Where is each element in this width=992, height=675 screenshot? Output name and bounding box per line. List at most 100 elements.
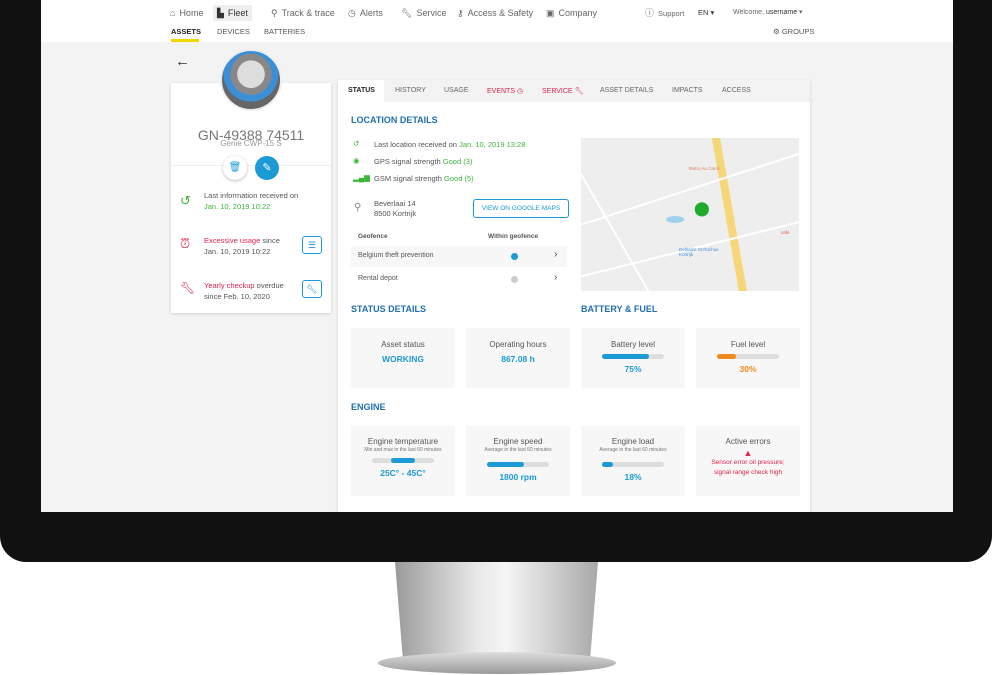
check-icon — [511, 253, 518, 260]
status-details-heading: STATUS DETAILS — [351, 304, 426, 314]
operating-hours-tile: Operating hours 867.08 h — [466, 328, 570, 388]
tab-impacts[interactable]: IMPACTS — [672, 87, 703, 94]
address: Beverlaai 14 8500 Kortrijk — [374, 199, 417, 218]
tab-status[interactable]: STATUS — [348, 87, 375, 94]
wrench-icon: 🔧︎ — [574, 88, 584, 95]
subnav-devices[interactable]: DEVICES — [217, 27, 250, 36]
nav-service[interactable]: 🔧︎ Service — [397, 5, 450, 21]
alarm-clock-icon: ⏰︎ — [180, 236, 191, 251]
fuel-bar — [717, 354, 779, 359]
help-icon: ⓘ — [645, 8, 655, 18]
bar-fill — [487, 462, 525, 467]
last-info: Last information received on Jan. 10, 201… — [204, 191, 299, 211]
top-navigation: ⌂ Home ▙ Fleet ⚲ Track & trace ◷ Alerts 🔧︎ Se… — [41, 0, 953, 42]
engine-heading: ENGINE — [351, 402, 386, 412]
screen: ⌂ Home ▙ Fleet ⚲ Track & trace ◷ Alerts 🔧︎ Se… — [41, 0, 953, 512]
badge-icon: ▣ — [546, 8, 555, 18]
alarm-icon: ◷ — [348, 8, 356, 18]
edit-button[interactable]: ✎ — [255, 156, 279, 180]
bar-fill — [602, 354, 649, 359]
list-icon: ☰ — [307, 240, 317, 250]
subnav-assets[interactable]: ASSETS — [171, 27, 201, 36]
chevron-right-icon: › — [554, 249, 558, 260]
tab-usage[interactable]: USAGE — [444, 87, 469, 94]
chevron-down-icon: ▾ — [799, 9, 803, 16]
nav-home[interactable]: ⌂ Home — [166, 5, 207, 21]
groups-button[interactable]: ⚙ GROUPS — [773, 27, 814, 36]
pencil-icon: ✎ — [262, 162, 272, 174]
forklift-icon: ▙ — [217, 8, 224, 18]
geofence-header: Geofence — [358, 233, 388, 240]
delete-button[interactable]: 🗑︎ — [223, 156, 247, 180]
service-button[interactable]: 🔧︎ — [302, 280, 322, 298]
gps-icon: ◉ — [353, 156, 360, 165]
signal-icon: ▂▄▆ — [353, 173, 370, 182]
warning-icon: ▲ — [743, 448, 753, 458]
tab-history[interactable]: HISTORY — [395, 87, 426, 94]
excessive-usage: Excessive usage since Jan. 10, 2019 10:22 — [204, 236, 280, 256]
history-icon: ↺ — [353, 139, 360, 148]
asset-summary-card: GN-49388 74511 Genie CWP-15 S 🗑︎ ✎ ↺ Las… — [171, 83, 331, 313]
bar-fill — [717, 354, 736, 359]
user-menu[interactable]: Welcome, username ▾ — [729, 5, 807, 21]
map-road — [710, 138, 750, 291]
chevron-down-icon: ▾ — [710, 8, 715, 17]
battery-bar — [602, 354, 664, 359]
active-errors-tile: Active errors ▲ Sensor error oil pressure;… — [696, 426, 800, 496]
home-icon: ⌂ — [170, 8, 176, 18]
map[interactable]: ⬤ Bistro Au Carré Delhaize St Rochus Kor… — [581, 138, 799, 291]
nav-alerts[interactable]: ◷ Alerts — [344, 5, 387, 21]
battery-fuel-heading: BATTERY & FUEL — [581, 304, 658, 314]
bar-fill — [390, 458, 416, 463]
monitor-stand — [395, 562, 598, 662]
divider — [171, 165, 331, 166]
fuel-level-tile: Fuel level 30% — [696, 328, 800, 388]
tab-asset-details[interactable]: ASSET DETAILS — [600, 87, 653, 94]
engine-temperature-tile: Engine temperature Min and max in the las… — [351, 426, 455, 496]
support-link[interactable]: ⓘ Support — [641, 5, 688, 21]
wrench-icon: 🔧︎ — [180, 281, 196, 295]
key-icon: ⚷ — [457, 8, 464, 18]
subnav-batteries[interactable]: BATTERIES — [264, 27, 305, 36]
location-pin-icon: ⚲ — [354, 202, 362, 213]
tab-events[interactable]: EVENTS ◷ — [487, 87, 523, 95]
asset-photo — [220, 49, 282, 111]
pin-icon: ⚲ — [271, 8, 278, 18]
last-location: Last location received on Jan. 10, 2019 … — [374, 140, 526, 149]
main-panel: STATUS HISTORY USAGE EVENTS ◷ SERVICE 🔧︎… — [338, 80, 810, 512]
wrench-icon: 🔧︎ — [401, 8, 413, 18]
within-geofence-header: Within geofence — [488, 233, 539, 240]
usage-list-button[interactable]: ☰ — [302, 236, 322, 254]
tab-service[interactable]: SERVICE 🔧︎ — [542, 87, 583, 95]
yearly-checkup: Yearly checkup overdue since Feb. 10, 202… — [204, 281, 284, 301]
speed-bar — [487, 462, 549, 467]
bar-fill — [602, 462, 614, 467]
temperature-bar — [372, 458, 434, 463]
nav-access-safety[interactable]: ⚷ Access & Safety — [453, 5, 537, 21]
nav-company[interactable]: ▣ Company — [542, 5, 601, 21]
gsm-strength: GSM signal strength Good (5) — [374, 174, 474, 183]
engine-load-tile: Engine load Average in the last 60 minute… — [581, 426, 685, 496]
back-arrow-icon[interactable]: ← — [175, 53, 190, 70]
asset-model: Genie CWP-15 S — [220, 139, 282, 148]
gear-icon: ⚙ — [773, 27, 780, 36]
geofence-row[interactable]: Belgium theft prevention › — [351, 246, 567, 267]
chevron-right-icon: › — [554, 272, 558, 283]
nav-fleet[interactable]: ▙ Fleet — [213, 5, 252, 21]
map-road — [581, 147, 799, 231]
map-pond — [666, 216, 684, 223]
view-google-maps-button[interactable]: VIEW ON GOOGLE MAPS — [473, 199, 569, 218]
tab-access[interactable]: ACCESS — [722, 87, 751, 94]
alarm-icon: ◷ — [516, 88, 524, 95]
history-icon: ↺ — [180, 193, 191, 208]
gps-strength: GPS signal strength Good (3) — [374, 157, 473, 166]
nav-track-trace[interactable]: ⚲ Track & trace — [267, 5, 339, 21]
asset-status-tile: Asset status WORKING — [351, 328, 455, 388]
load-bar — [602, 462, 664, 467]
language-select[interactable]: EN ▾ — [694, 5, 718, 21]
battery-level-tile: Battery level 75% — [581, 328, 685, 388]
location-marker-icon: ⬤ — [694, 200, 710, 216]
unchecked-icon — [511, 276, 518, 283]
wrench-icon: 🔧︎ — [306, 284, 318, 294]
geofence-row[interactable]: Rental depot › — [351, 269, 567, 290]
